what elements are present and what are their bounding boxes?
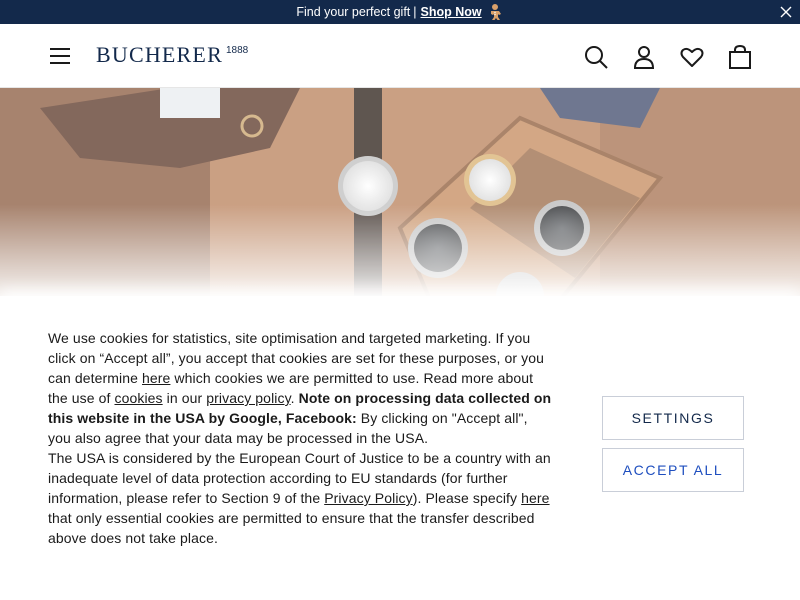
close-icon[interactable] — [778, 4, 794, 20]
accept-all-button[interactable]: ACCEPT ALL — [602, 448, 744, 492]
promo-bar: Find your perfect gift | Shop Now — [0, 0, 800, 24]
logo-year: 1888 — [225, 45, 249, 56]
essential-cookies-here-link[interactable]: here — [521, 490, 549, 506]
cookie-text-segment: . — [290, 390, 299, 406]
privacy-policy-link-2[interactable]: Privacy Policy — [324, 490, 413, 506]
logo-wordmark: BUCHERER — [96, 42, 223, 67]
promo-text: Find your perfect gift — [296, 5, 411, 19]
account-icon[interactable] — [631, 44, 657, 70]
cookie-settings-here-link[interactable]: here — [142, 370, 170, 386]
bucherer-logo[interactable]: BUCHERER 1888 — [96, 42, 248, 68]
shopping-bag-icon[interactable] — [727, 44, 753, 70]
site-header: BUCHERER 1888 — [0, 24, 800, 88]
cookie-message: We use cookies for statistics, site opti… — [48, 328, 552, 548]
cookie-text-segment: ). Please specify — [412, 490, 522, 506]
promo-separator: | — [413, 5, 417, 19]
search-icon[interactable] — [583, 44, 609, 70]
cookies-link[interactable]: cookies — [114, 390, 162, 406]
cookie-consent-banner: We use cookies for statistics, site opti… — [0, 296, 800, 600]
cookie-text-segment: in our — [162, 390, 207, 406]
cookie-text-segment: that only essential cookies are permitte… — [48, 510, 535, 546]
shop-now-link[interactable]: Shop Now — [421, 5, 482, 19]
settings-button[interactable]: SETTINGS — [602, 396, 744, 440]
privacy-policy-link[interactable]: privacy policy — [206, 390, 290, 406]
wishlist-heart-icon[interactable] — [679, 44, 705, 70]
gingerbread-icon — [486, 3, 504, 21]
menu-icon[interactable] — [48, 44, 72, 68]
hero-image — [0, 88, 800, 300]
